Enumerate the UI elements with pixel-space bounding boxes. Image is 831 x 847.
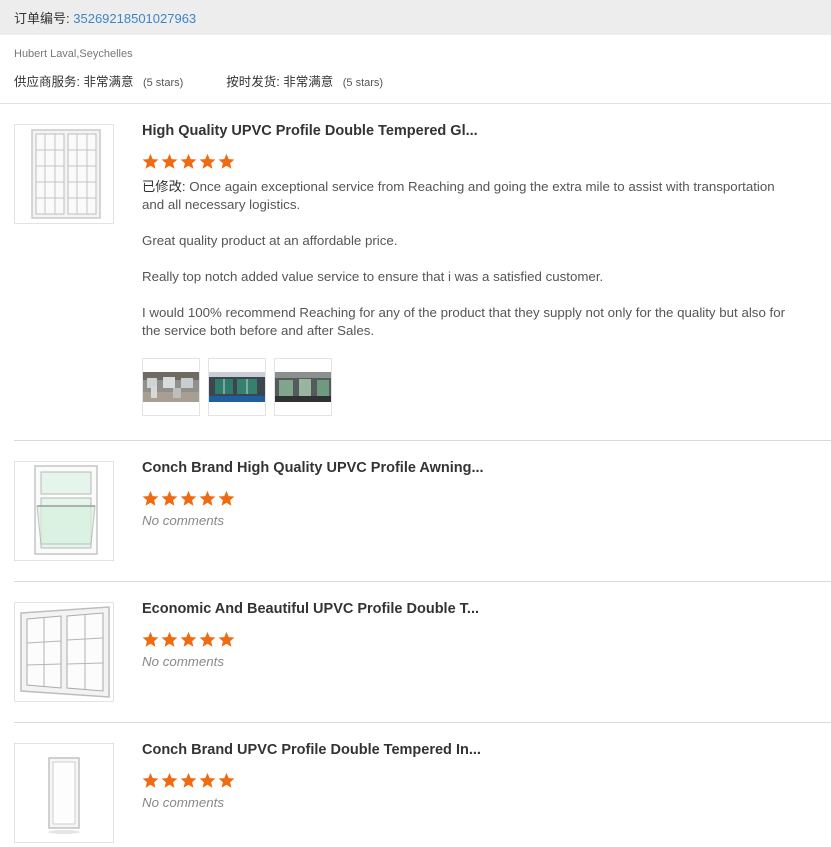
room-photo-image xyxy=(209,372,265,402)
review-photos xyxy=(142,358,792,416)
product-thumbnail[interactable] xyxy=(14,602,114,702)
buyer-name: Hubert Laval,Seychelles xyxy=(14,48,133,60)
room-photo-image xyxy=(275,372,331,402)
seller-ratings: 供应商服务: 非常满意 (5 stars) 按时发货: 非常满意 (5 star… xyxy=(14,71,383,90)
star-icon xyxy=(180,153,197,169)
star-icon xyxy=(161,490,178,506)
edited-label: 已修改: xyxy=(142,179,186,194)
star-icon xyxy=(218,772,235,788)
star-icon xyxy=(180,772,197,788)
star-icon xyxy=(199,490,216,506)
star-icon xyxy=(199,772,216,788)
product-title[interactable]: High Quality UPVC Profile Double Tempere… xyxy=(142,123,792,140)
no-comments-text: No comments xyxy=(142,513,225,528)
product-thumbnail[interactable] xyxy=(14,124,114,224)
review-photo[interactable] xyxy=(208,358,266,416)
review-comment: 已修改: Once again exceptional service from… xyxy=(142,178,792,340)
comment-paragraph: Really top notch added value service to … xyxy=(142,269,604,284)
star-icon xyxy=(218,490,235,506)
no-comments-text: No comments xyxy=(142,795,225,810)
divider xyxy=(14,722,831,723)
order-number-link[interactable]: 35269218501027963 xyxy=(73,11,196,26)
supplier-service-label: 供应商服务: xyxy=(14,75,80,89)
star-rating xyxy=(142,631,792,649)
room-photo-image xyxy=(143,372,199,402)
star-icon xyxy=(161,153,178,169)
order-header: 订单编号: 35269218501027963 xyxy=(0,0,831,35)
sliding-window-image xyxy=(31,129,101,219)
casement-window-image xyxy=(20,606,110,698)
star-icon xyxy=(180,490,197,506)
divider xyxy=(0,103,831,104)
order-number-label: 订单编号: xyxy=(14,11,70,26)
product-title[interactable]: Conch Brand UPVC Profile Double Tempered… xyxy=(142,742,792,759)
star-icon xyxy=(142,490,159,506)
star-icon xyxy=(218,153,235,169)
product-thumbnail[interactable] xyxy=(14,461,114,561)
star-icon xyxy=(199,153,216,169)
product-title[interactable]: Economic And Beautiful UPVC Profile Doub… xyxy=(142,601,792,618)
product-thumbnail[interactable] xyxy=(14,743,114,843)
star-rating xyxy=(142,772,792,790)
no-comments-text: No comments xyxy=(142,654,225,669)
supplier-service-stars: (5 stars) xyxy=(142,77,184,89)
star-icon xyxy=(199,631,216,647)
supplier-service-value: 非常满意 xyxy=(83,75,134,89)
star-icon xyxy=(180,631,197,647)
divider xyxy=(14,440,831,441)
fixed-window-image xyxy=(48,757,80,834)
star-rating xyxy=(142,490,792,508)
comment-paragraph: Great quality product at an affordable p… xyxy=(142,233,398,248)
delivery-label: 按时发货: xyxy=(226,75,280,89)
star-rating xyxy=(142,153,792,171)
star-icon xyxy=(161,631,178,647)
product-title[interactable]: Conch Brand High Quality UPVC Profile Aw… xyxy=(142,460,792,477)
review-photo[interactable] xyxy=(274,358,332,416)
star-icon xyxy=(218,631,235,647)
star-icon xyxy=(142,772,159,788)
star-icon xyxy=(142,631,159,647)
delivery-stars: (5 stars) xyxy=(342,77,384,89)
comment-paragraph: I would 100% recommend Reaching for any … xyxy=(142,305,786,338)
review-photo[interactable] xyxy=(142,358,200,416)
awning-window-image xyxy=(34,465,98,555)
star-icon xyxy=(161,772,178,788)
comment-paragraph: Once again exceptional service from Reac… xyxy=(142,179,775,212)
divider xyxy=(14,581,831,582)
delivery-value: 非常满意 xyxy=(283,75,334,89)
star-icon xyxy=(142,153,159,169)
